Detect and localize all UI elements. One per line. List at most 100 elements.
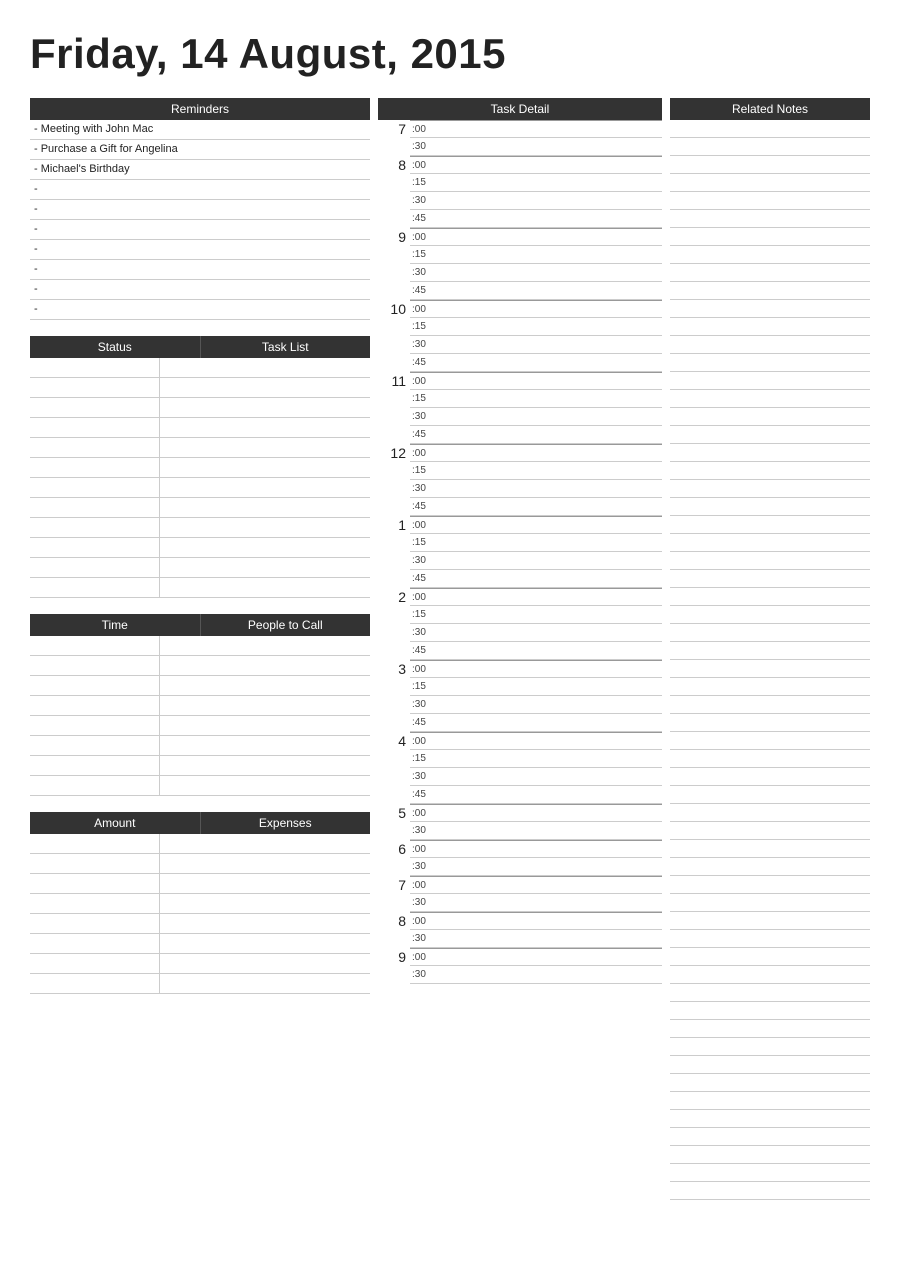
time-block: 7:00:30 (378, 120, 662, 156)
task-name-cell (160, 358, 370, 377)
time-slot-row: :30 (410, 768, 662, 786)
minute-label: :00 (410, 520, 432, 531)
expense-row (30, 874, 370, 894)
minute-label: :00 (410, 736, 432, 747)
note-row (670, 876, 870, 894)
minute-label: :30 (410, 195, 432, 206)
expense-row (30, 934, 370, 954)
time-slot-row: :30 (410, 696, 662, 714)
expense-name-cell (160, 894, 370, 913)
expense-row (30, 974, 370, 994)
minute-label: :30 (410, 339, 432, 350)
slot-content (432, 650, 662, 652)
minute-label: :15 (410, 321, 432, 332)
minute-label: :45 (410, 573, 432, 584)
time-slots: :00:15:30:45 (410, 732, 662, 804)
time-slot-row: :00 (410, 372, 662, 390)
note-row (670, 372, 870, 390)
slot-content (432, 254, 662, 256)
task-row (30, 578, 370, 598)
call-row (30, 776, 370, 796)
time-header: Time (30, 614, 200, 636)
slot-content (432, 722, 662, 724)
minute-label: :15 (410, 681, 432, 692)
reminder-row: - (30, 300, 370, 320)
time-slot-row: :00 (410, 516, 662, 534)
task-status-cell (30, 458, 160, 477)
time-block: 5:00:30 (378, 804, 662, 840)
time-slot-row: :00 (410, 840, 662, 858)
slot-content (432, 938, 662, 940)
time-slot-row: :45 (410, 210, 662, 228)
time-block: 9:00:15:30:45 (378, 228, 662, 300)
slot-content (432, 362, 662, 364)
expense-name-cell (160, 834, 370, 853)
reminder-row: - (30, 260, 370, 280)
time-slot-row: :45 (410, 498, 662, 516)
task-status-cell (30, 418, 160, 437)
slot-content (432, 416, 662, 418)
hour-label: 1 (378, 517, 410, 534)
time-slot-row: :00 (410, 120, 662, 138)
reminder-row: - (30, 220, 370, 240)
note-row (670, 858, 870, 876)
task-name-cell (160, 498, 370, 517)
call-name-cell (160, 676, 370, 695)
task-row (30, 358, 370, 378)
task-status-cell (30, 398, 160, 417)
note-row (670, 264, 870, 282)
note-row (670, 1074, 870, 1092)
slot-content (432, 740, 662, 742)
minute-label: :45 (410, 285, 432, 296)
note-row (670, 552, 870, 570)
note-row (670, 1056, 870, 1074)
note-row (670, 750, 870, 768)
time-slot-row: :30 (410, 408, 662, 426)
task-detail-section: Task Detail 7:00:308:00:15:30:459:00:15:… (378, 98, 662, 984)
time-slot-row: :45 (410, 570, 662, 588)
note-row (670, 912, 870, 930)
minute-label: :30 (410, 699, 432, 710)
slot-content (432, 686, 662, 688)
task-row (30, 378, 370, 398)
reminder-row: - (30, 180, 370, 200)
people-call-header: People to Call (200, 614, 371, 636)
minute-label: :00 (410, 124, 432, 135)
slot-content (432, 902, 662, 904)
time-slot-row: :15 (410, 678, 662, 696)
slot-content (432, 776, 662, 778)
minute-label: :00 (410, 592, 432, 603)
expense-row (30, 954, 370, 974)
time-block: 11:00:15:30:45 (378, 372, 662, 444)
slot-content (432, 578, 662, 580)
slot-content (432, 884, 662, 886)
slot-content (432, 920, 662, 922)
reminder-row: - Michael's Birthday (30, 160, 370, 180)
time-block: 9:00:30 (378, 948, 662, 984)
time-slot-row: :45 (410, 354, 662, 372)
task-name-cell (160, 578, 370, 597)
minute-label: :30 (410, 771, 432, 782)
note-row (670, 948, 870, 966)
expense-name-cell (160, 954, 370, 973)
note-row (670, 156, 870, 174)
minute-label: :30 (410, 969, 432, 980)
time-slot-row: :30 (410, 966, 662, 984)
time-block: 6:00:30 (378, 840, 662, 876)
note-row (670, 426, 870, 444)
minute-label: :15 (410, 393, 432, 404)
time-slot-row: :15 (410, 246, 662, 264)
expense-amount-cell (30, 894, 160, 913)
hour-label: 10 (378, 301, 410, 318)
time-slot-row: :30 (410, 336, 662, 354)
slot-content (432, 236, 662, 238)
minute-label: :00 (410, 376, 432, 387)
note-row (670, 246, 870, 264)
time-block: 12:00:15:30:45 (378, 444, 662, 516)
minute-label: :00 (410, 808, 432, 819)
minute-label: :45 (410, 213, 432, 224)
slot-content (432, 200, 662, 202)
time-slot-row: :15 (410, 606, 662, 624)
slot-content (432, 326, 662, 328)
time-slot-row: :30 (410, 138, 662, 156)
